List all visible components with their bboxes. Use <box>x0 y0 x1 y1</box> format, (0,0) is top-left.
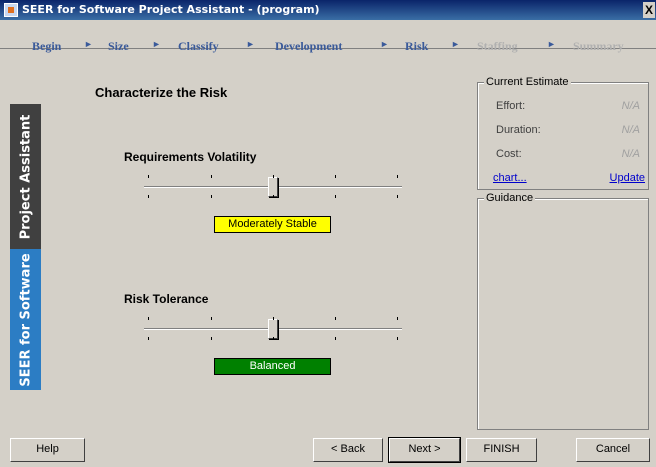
page-title: Characterize the Risk <box>95 85 228 100</box>
slider-tick <box>397 175 398 178</box>
risk-tolerance-label: Risk Tolerance <box>124 292 209 306</box>
finish-button[interactable]: FINISH <box>466 438 537 462</box>
slider-tick <box>148 337 149 340</box>
close-icon[interactable]: X <box>643 2 655 18</box>
slider-tick <box>211 175 212 178</box>
slider-tick <box>273 195 274 198</box>
cost-label: Cost: <box>496 148 522 160</box>
slider-tick <box>211 317 212 320</box>
back-button[interactable]: < Back <box>313 438 383 462</box>
slider-tick <box>335 317 336 320</box>
next-button[interactable]: Next > <box>388 437 461 463</box>
cancel-button[interactable]: Cancel <box>576 438 650 462</box>
slider-tick <box>148 317 149 320</box>
requirements-volatility-value: Moderately Stable <box>214 216 331 233</box>
cost-value: N/A <box>621 148 640 160</box>
slider-tick <box>273 317 274 320</box>
slider-tick <box>148 175 149 178</box>
chart-link[interactable]: chart... <box>493 172 527 184</box>
slider-tick <box>335 175 336 178</box>
step-arrow-icon: ► <box>246 39 255 49</box>
window-title: SEER for Software Project Assistant - (p… <box>22 3 320 16</box>
slider-tick <box>211 195 212 198</box>
slider-thumb[interactable] <box>267 319 278 339</box>
slider-tick <box>397 337 398 340</box>
step-arrow-icon: ► <box>547 39 556 49</box>
slider-tick <box>148 195 149 198</box>
step-begin[interactable]: Begin <box>32 39 61 54</box>
current-estimate-group: Current Estimate Effort: N/A Duration: N… <box>477 76 649 190</box>
step-classify[interactable]: Classify <box>178 39 219 54</box>
slider-tick <box>397 317 398 320</box>
slider-tick <box>273 175 274 178</box>
slider-tick <box>211 337 212 340</box>
requirements-volatility-label: Requirements Volatility <box>124 150 257 164</box>
slider-thumb[interactable] <box>267 177 278 197</box>
tab-seer-for-software-label: SEER for Software <box>18 252 33 387</box>
step-arrow-icon: ► <box>380 39 389 49</box>
current-estimate-legend: Current Estimate <box>484 76 571 88</box>
step-staffing: Staffing <box>477 39 518 53</box>
tab-seer-for-software[interactable]: SEER for Software <box>10 249 41 390</box>
duration-label: Duration: <box>496 124 541 136</box>
tab-project-assistant[interactable]: Project Assistant <box>10 104 41 249</box>
wizard-steps-bar: Begin ► Size ► Classify ► Development ► … <box>0 22 656 53</box>
slider-tick <box>273 337 274 340</box>
risk-tolerance-value: Balanced <box>214 358 331 375</box>
help-button[interactable]: Help <box>10 438 85 462</box>
step-arrow-icon: ► <box>152 39 161 49</box>
effort-value: N/A <box>621 100 640 112</box>
risk-tolerance-slider[interactable] <box>144 315 402 345</box>
slider-tick <box>335 337 336 340</box>
app-icon <box>4 3 18 17</box>
step-arrow-icon: ► <box>84 39 93 49</box>
guidance-group: Guidance <box>477 192 649 430</box>
slider-tick <box>335 195 336 198</box>
step-size[interactable]: Size <box>108 39 129 54</box>
step-arrow-icon: ► <box>451 39 460 49</box>
tab-project-assistant-label: Project Assistant <box>18 114 33 239</box>
step-summary: Summary <box>573 39 624 53</box>
guidance-legend: Guidance <box>484 192 536 204</box>
step-development[interactable]: Development <box>275 39 342 54</box>
slider-tick <box>397 195 398 198</box>
requirements-volatility-slider[interactable] <box>144 173 402 203</box>
title-bar: SEER for Software Project Assistant - (p… <box>0 0 656 20</box>
effort-label: Effort: <box>496 100 526 112</box>
step-risk[interactable]: Risk <box>405 39 428 54</box>
update-link[interactable]: Update <box>610 172 645 184</box>
duration-value: N/A <box>621 124 640 136</box>
